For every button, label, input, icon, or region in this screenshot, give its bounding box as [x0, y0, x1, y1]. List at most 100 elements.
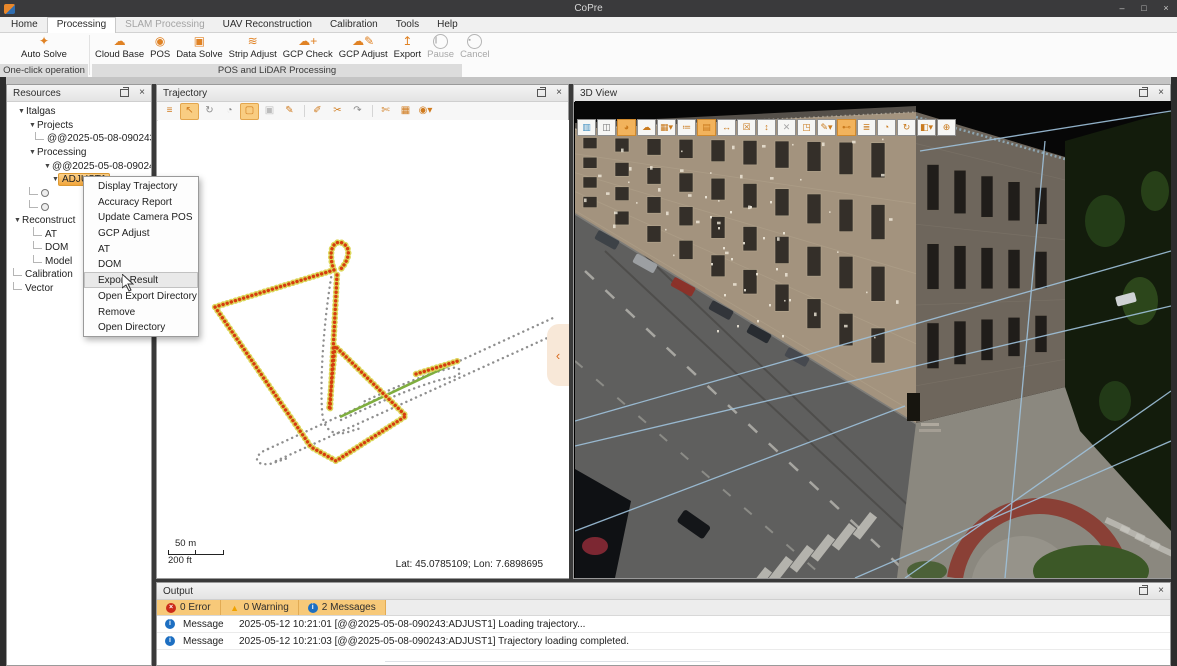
error-filter-button[interactable]: × 0 Error: [157, 600, 221, 615]
tab-home[interactable]: Home: [2, 18, 47, 32]
maximize-button[interactable]: □: [1133, 0, 1155, 17]
message-filter-button[interactable]: i 2 Messages: [299, 600, 386, 615]
close-button[interactable]: ×: [1155, 0, 1177, 17]
tree-item-processing[interactable]: ▼Processing: [7, 146, 151, 160]
group-label-pos-lidar: POS and LiDAR Processing: [92, 64, 462, 77]
select-box-icon[interactable]: ☒: [737, 119, 756, 136]
measure-icon[interactable]: ✎: [280, 103, 299, 120]
tab-help[interactable]: Help: [428, 18, 467, 32]
close-panel-icon[interactable]: ×: [137, 88, 147, 98]
tab-slam-processing[interactable]: SLAM Processing: [116, 18, 213, 32]
float-panel-icon[interactable]: [1139, 89, 1148, 97]
resources-panel: Resources × ▼Italgas ▼Projects @@2025-05…: [6, 84, 152, 666]
remove-menu-item[interactable]: Remove: [84, 304, 198, 320]
dom-menu-item[interactable]: DOM: [84, 256, 198, 272]
pos-button[interactable]: ◉ POS: [147, 33, 173, 60]
cut-icon[interactable]: ✂: [328, 103, 347, 120]
point-cloud-viewport[interactable]: ▥◫◕☁▦▾≔▤↔☒↕✕◳✎▾⊷≣◔↻◧▾⊕: [575, 101, 1171, 578]
output-header[interactable]: Output ×: [157, 583, 1170, 600]
close-panel-icon[interactable]: ×: [1156, 88, 1166, 98]
spin-icon[interactable]: ↻: [897, 119, 916, 136]
rect-select-icon[interactable]: ▢: [240, 103, 259, 120]
warning-filter-button[interactable]: ▲ 0 Warning: [221, 600, 299, 615]
rotate-view-icon[interactable]: ↻: [200, 103, 219, 120]
rgb-render-icon[interactable]: ◕: [617, 119, 636, 136]
display-mode-icon[interactable]: ▦▾: [657, 119, 676, 136]
at-menu-item[interactable]: AT: [84, 241, 198, 257]
trajectory-plot: [158, 120, 569, 578]
grid-icon[interactable]: ▦: [396, 103, 415, 120]
result-node-icon: [41, 203, 49, 211]
tab-calibration[interactable]: Calibration: [321, 18, 387, 32]
3d-view-header[interactable]: 3D View ×: [574, 85, 1170, 102]
volume-icon[interactable]: ◳: [797, 119, 816, 136]
clip-box-icon[interactable]: ◧▾: [917, 119, 936, 136]
fit-view-icon[interactable]: ≡: [160, 103, 179, 120]
gcp-check-button[interactable]: ☁+ GCP Check: [280, 33, 336, 60]
classification-icon[interactable]: ▤: [697, 119, 716, 136]
locate-icon[interactable]: ⊕: [937, 119, 956, 136]
tree-item-processing-dataset[interactable]: ▼@@2025-05-08-090243: [7, 159, 151, 173]
elevation-render-icon[interactable]: ▥: [577, 119, 596, 136]
clear-selection-icon[interactable]: ✕: [777, 119, 796, 136]
orbit-icon[interactable]: ◔: [877, 119, 896, 136]
close-panel-icon[interactable]: ×: [1156, 586, 1166, 596]
output-filter-bar: × 0 Error ▲ 0 Warning i 2 Messages: [157, 600, 1170, 616]
display-trajectory-menu-item[interactable]: Display Trajectory: [84, 178, 198, 194]
open-export-directory-menu-item[interactable]: Open Export Directory: [84, 288, 198, 304]
update-camera-pos-menu-item[interactable]: Update Camera POS: [84, 209, 198, 225]
clip-icon[interactable]: ✄: [376, 103, 395, 120]
intensity-render-icon[interactable]: ◫: [597, 119, 616, 136]
redo-icon[interactable]: ↷: [348, 103, 367, 120]
trajectory-canvas[interactable]: 50 m 200 ft Lat: 45.0785109; Lon: 7.6898…: [158, 120, 569, 578]
collapse-panel-handle[interactable]: ‹: [547, 324, 569, 386]
expand-arrow-icon: ▼: [43, 163, 52, 170]
tab-processing[interactable]: Processing: [47, 17, 116, 33]
float-panel-icon[interactable]: [537, 89, 546, 97]
resources-header[interactable]: Resources ×: [7, 85, 151, 102]
scale-meters: 50 m: [175, 539, 224, 549]
title-bar[interactable]: CoPre –□×: [0, 0, 1177, 17]
trajectory-header[interactable]: Trajectory ×: [157, 85, 568, 102]
cancel-button[interactable]: ▪ Cancel: [457, 33, 493, 60]
measure-3d-icon[interactable]: ✎▾: [817, 119, 836, 136]
ribbon-button-icon: ↥: [402, 33, 412, 49]
export-button[interactable]: ↥ Export: [391, 33, 424, 60]
tree-item-italgas[interactable]: ▼Italgas: [7, 105, 151, 119]
pause-button[interactable]: ∥ Pause: [424, 33, 457, 60]
log-row[interactable]: i Message 2025-05-12 10:21:01 [@@2025-05…: [157, 616, 1170, 633]
ribbon-group-separator: [89, 35, 90, 75]
filter-icon[interactable]: ≔: [677, 119, 696, 136]
select-tool-icon[interactable]: ↖: [180, 103, 199, 120]
copy-select-icon[interactable]: ▣: [260, 103, 279, 120]
mark-icon[interactable]: ✐: [308, 103, 327, 120]
section-icon[interactable]: ≣: [857, 119, 876, 136]
tab-tools[interactable]: Tools: [387, 18, 428, 32]
strip-adjust-button[interactable]: ≋ Strip Adjust: [226, 33, 280, 60]
playback-icon[interactable]: ◔: [220, 103, 239, 120]
gcp-adjust-menu-item[interactable]: GCP Adjust: [84, 225, 198, 241]
mouse-cursor-icon: [122, 274, 134, 297]
trajectory-title: Trajectory: [163, 88, 537, 99]
pan-3d-icon[interactable]: ↔: [717, 119, 736, 136]
select-line-icon[interactable]: ↕: [757, 119, 776, 136]
tree-item-projects[interactable]: ▼Projects: [7, 119, 151, 133]
tree-item-project-dataset[interactable]: @@2025-05-08-090243: [7, 132, 151, 146]
close-panel-icon[interactable]: ×: [554, 88, 564, 98]
accuracy-report-menu-item[interactable]: Accuracy Report: [84, 194, 198, 210]
float-panel-icon[interactable]: [120, 89, 129, 97]
data-solve-button[interactable]: ▣ Data Solve: [173, 33, 225, 60]
log-row[interactable]: i Message 2025-05-12 10:21:03 [@@2025-05…: [157, 633, 1170, 650]
auto-solve-button[interactable]: ✦ Auto Solve: [18, 33, 70, 60]
cloud-base-button[interactable]: ☁ Cloud Base: [92, 33, 147, 60]
open-directory-menu-item[interactable]: Open Directory: [84, 319, 198, 335]
gcp-adjust-button[interactable]: ☁✎ GCP Adjust: [336, 33, 391, 60]
export-result-menu-item[interactable]: Export Result: [84, 272, 198, 288]
minimize-button[interactable]: –: [1111, 0, 1133, 17]
profile-icon[interactable]: ⊷: [837, 119, 856, 136]
green-trajectory: [340, 366, 448, 417]
tab-uav-reconstruction[interactable]: UAV Reconstruction: [214, 18, 321, 32]
point-cloud-icon[interactable]: ☁: [637, 119, 656, 136]
float-panel-icon[interactable]: [1139, 587, 1148, 595]
visibility-icon[interactable]: ◉▾: [416, 103, 435, 120]
